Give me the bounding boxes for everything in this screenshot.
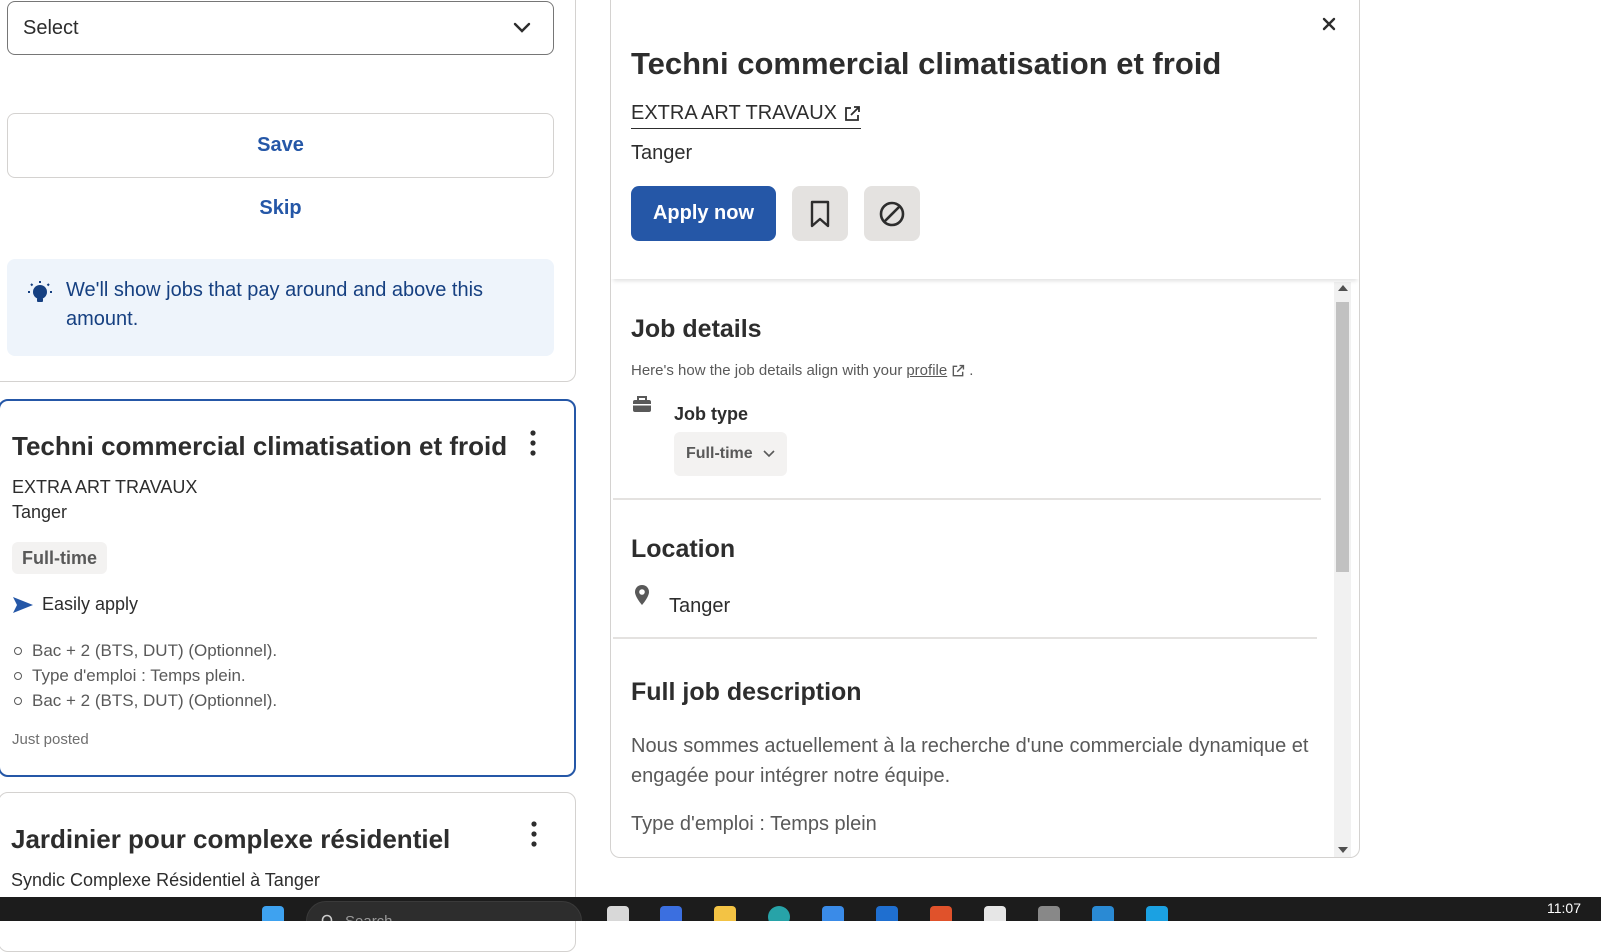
snippet-text: Bac + 2 (BTS, DUT) (Optionnel). — [32, 690, 278, 710]
os-taskbar: Search 11:07 — [0, 897, 1601, 921]
job-snippet-list: Bac + 2 (BTS, DUT) (Optionnel). Type d'e… — [14, 638, 277, 713]
select-value: Select — [23, 16, 79, 39]
description-heading: Full job description — [631, 678, 862, 706]
job-type-label: Job type — [674, 404, 749, 424]
location-value: Tanger — [669, 595, 731, 617]
save-button[interactable]: Save — [7, 113, 554, 178]
windows-start-icon[interactable] — [262, 906, 284, 921]
taskbar-search-placeholder: Search — [345, 912, 393, 922]
job-type-value: Full-time — [686, 445, 753, 462]
job-card-company: EXTRA ART TRAVAUX — [12, 477, 198, 497]
apply-now-button[interactable]: Apply now — [631, 186, 776, 241]
folder-icon[interactable] — [714, 906, 736, 921]
divider — [613, 637, 1317, 639]
chevron-down-icon — [763, 450, 775, 458]
skip-button[interactable]: Skip — [7, 188, 554, 228]
not-interested-icon — [878, 200, 906, 228]
align-note-end: . — [969, 362, 974, 379]
posted-date: Just posted — [12, 731, 89, 748]
job-details-heading: Job details — [631, 315, 762, 343]
chevron-down-icon — [513, 22, 531, 34]
detail-scrollbar[interactable] — [1334, 282, 1351, 857]
pay-info-box: We'll show jobs that pay around and abov… — [7, 259, 554, 356]
job-card-location: Tanger — [12, 502, 68, 522]
app-icon[interactable] — [984, 906, 1006, 921]
app-icon[interactable] — [607, 906, 629, 921]
taskbar-clock[interactable]: 11:07 — [1547, 900, 1581, 916]
job-card[interactable]: Jardinier pour complexe résidentiel Synd… — [0, 792, 576, 952]
scroll-up-arrow[interactable] — [1338, 285, 1348, 291]
brave-icon[interactable] — [930, 906, 952, 921]
location-heading: Location — [631, 535, 736, 563]
location-pin-icon — [634, 584, 650, 606]
company-link[interactable]: EXTRA ART TRAVAUX — [631, 102, 861, 129]
snippet-text: Type d'emploi : Temps plein. — [32, 665, 246, 685]
pay-filter-panel: Select Save Skip We'll show jobs that pa… — [0, 0, 576, 382]
divider — [613, 498, 1321, 500]
profile-align-note: Here's how the job details align with yo… — [631, 362, 973, 379]
pay-info-text: We'll show jobs that pay around and abov… — [66, 279, 484, 330]
bookmark-icon — [809, 200, 831, 228]
external-link-icon[interactable] — [951, 364, 965, 378]
easily-apply-text: Easily apply — [42, 594, 139, 614]
job-card-title[interactable]: Techni commercial climatisation et froid — [12, 431, 507, 462]
job-detail-panel: Techni commercial climatisation et froid… — [610, 0, 1360, 858]
company-name: EXTRA ART TRAVAUX — [631, 102, 837, 124]
app-icon[interactable] — [1146, 906, 1168, 921]
description-paragraph: Nous sommes actuellement à la recherche … — [631, 735, 1309, 787]
mail-icon[interactable] — [876, 906, 898, 921]
job-card-title[interactable]: Jardinier pour complexe résidentiel — [11, 824, 450, 855]
easily-apply-label: Easily apply — [12, 594, 138, 615]
search-icon — [321, 914, 335, 921]
external-link-icon — [843, 105, 861, 123]
snippet-text: Bac + 2 (BTS, DUT) (Optionnel). — [32, 640, 278, 660]
store-icon[interactable] — [822, 906, 844, 921]
description-paragraph: Type d'emploi : Temps plein — [631, 813, 877, 835]
more-vertical-icon[interactable] — [523, 817, 545, 851]
list-item: Bac + 2 (BTS, DUT) (Optionnel). — [14, 688, 277, 713]
pay-select-dropdown[interactable]: Select — [7, 1, 554, 55]
edge-icon[interactable] — [768, 906, 790, 921]
profile-link[interactable]: profile — [906, 362, 947, 379]
lightbulb-icon — [26, 280, 54, 356]
list-item: Bac + 2 (BTS, DUT) (Optionnel). — [14, 638, 277, 663]
job-detail-location: Tanger — [631, 142, 693, 164]
job-type-pill[interactable]: Full-time — [674, 432, 787, 476]
app-icon[interactable] — [1038, 906, 1060, 921]
list-item: Type d'emploi : Temps plein. — [14, 663, 277, 688]
save-job-button[interactable] — [792, 186, 848, 241]
vscode-icon[interactable] — [1092, 906, 1114, 921]
close-icon[interactable] — [1315, 10, 1343, 38]
taskbar-search[interactable]: Search — [306, 901, 582, 921]
job-card-company: Syndic Complexe Résidentiel à Tanger — [11, 870, 320, 890]
job-detail-title: Techni commercial climatisation et froid — [631, 46, 1222, 81]
scroll-thumb[interactable] — [1336, 302, 1349, 572]
scroll-down-arrow[interactable] — [1338, 847, 1348, 853]
briefcase-icon — [632, 395, 652, 413]
send-icon — [12, 596, 34, 614]
job-card-selected[interactable]: Techni commercial climatisation et froid… — [0, 399, 576, 777]
job-detail-header: Techni commercial climatisation et froid… — [611, 0, 1359, 279]
job-type-tag: Full-time — [12, 542, 107, 574]
app-icon[interactable] — [660, 906, 682, 921]
more-vertical-icon[interactable] — [522, 426, 544, 460]
not-interested-button[interactable] — [864, 186, 920, 241]
align-note-text: Here's how the job details align with yo… — [631, 362, 903, 379]
